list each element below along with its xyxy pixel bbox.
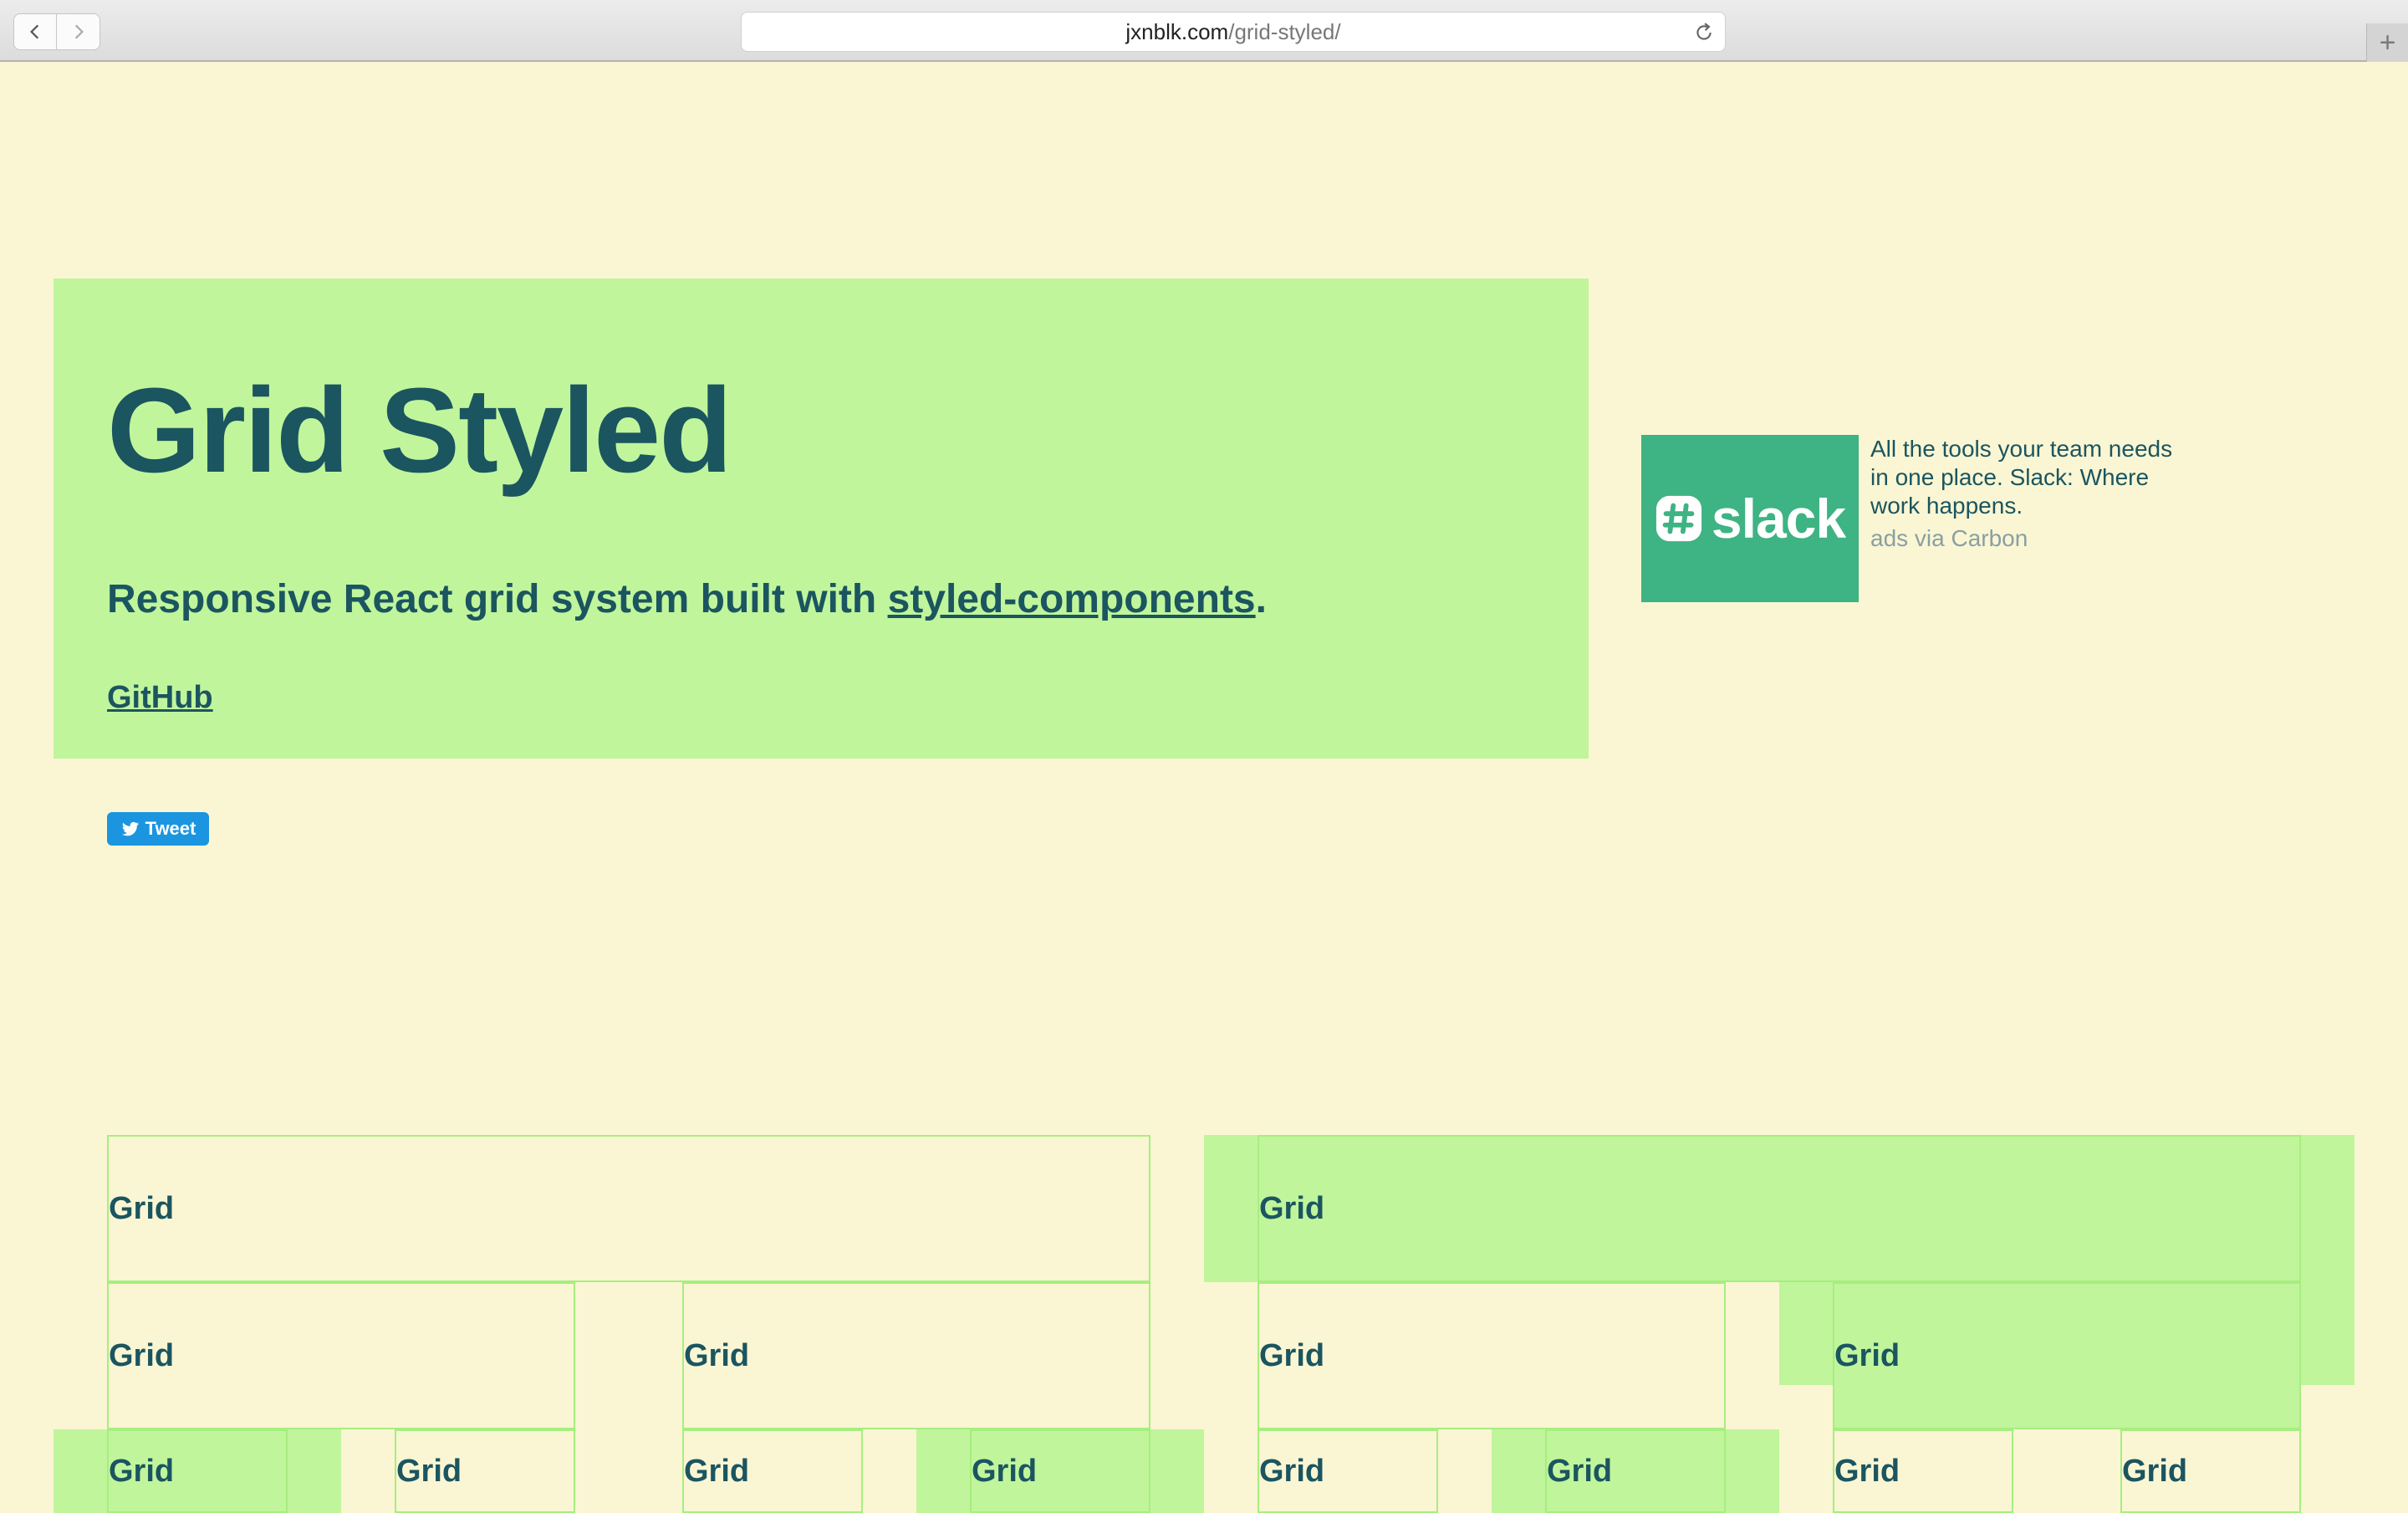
grid-cell: Grid xyxy=(107,1282,575,1429)
hero-banner: Grid Styled Responsive React grid system… xyxy=(54,279,1589,759)
grid-cell: Grid xyxy=(107,1429,288,1513)
grid-cell: Grid xyxy=(1545,1429,1726,1513)
page-subtitle: Responsive React grid system built with … xyxy=(107,576,1267,622)
chevron-left-icon xyxy=(30,24,39,39)
tweet-label: Tweet xyxy=(145,818,196,839)
grid-cell-label: Grid xyxy=(1259,1190,1325,1226)
grid-cell: Grid xyxy=(970,1429,1150,1513)
grid-cell: Grid xyxy=(1258,1282,1726,1429)
grid-cell: Grid xyxy=(1258,1429,1438,1513)
ad-via-carbon[interactable]: ads via Carbon xyxy=(1870,525,2028,552)
grid-cell: Grid xyxy=(1258,1135,2301,1282)
grid-cell-label: Grid xyxy=(109,1190,175,1226)
grid-cell-label: Grid xyxy=(1834,1337,1900,1373)
back-button[interactable] xyxy=(13,13,57,50)
browser-toolbar: jxnblk.com/grid-styled/ + xyxy=(0,0,2408,62)
grid-cell-label: Grid xyxy=(972,1453,1038,1489)
grid-cell: Grid xyxy=(1833,1282,2301,1429)
grid-cell-label: Grid xyxy=(109,1337,175,1373)
grid-cell-label: Grid xyxy=(1259,1337,1325,1373)
grid-cell: Grid xyxy=(682,1429,863,1513)
grid-cell-label: Grid xyxy=(684,1337,750,1373)
grid-cell: Grid xyxy=(682,1282,1150,1429)
subtitle-period: . xyxy=(1255,577,1267,621)
new-tab-button[interactable]: + xyxy=(2366,23,2408,62)
forward-button[interactable] xyxy=(57,13,100,50)
grid-cell-label: Grid xyxy=(684,1453,750,1489)
grid-cell: Grid xyxy=(1833,1429,2013,1513)
ad-text[interactable]: All the tools your team needs in one pla… xyxy=(1870,435,2180,520)
tweet-button[interactable]: Tweet xyxy=(107,812,209,846)
grid-cell-label: Grid xyxy=(396,1453,462,1489)
page-title: Grid Styled xyxy=(107,363,732,498)
grid-cell-label: Grid xyxy=(1834,1453,1900,1489)
grid-cell-label: Grid xyxy=(109,1453,175,1489)
subtitle-text: Responsive React grid system built with xyxy=(107,577,888,621)
reload-icon[interactable] xyxy=(1693,22,1715,43)
grid-cell-label: Grid xyxy=(1259,1453,1325,1489)
grid-cell: Grid xyxy=(107,1135,1150,1282)
grid-cell: Grid xyxy=(2120,1429,2301,1513)
chevron-right-icon xyxy=(74,24,84,39)
grid-cell-label: Grid xyxy=(1547,1453,1613,1489)
url-host: jxnblk.com xyxy=(1125,18,1229,44)
grid-cell-label: Grid xyxy=(2122,1453,2188,1489)
slack-hash-icon xyxy=(1656,495,1701,542)
url-path: /grid-styled/ xyxy=(1228,18,1341,44)
grid-cell: Grid xyxy=(395,1429,575,1513)
plus-icon: + xyxy=(2379,27,2396,59)
ad-logo-text: slack xyxy=(1711,488,1846,549)
ad-image[interactable]: slack xyxy=(1641,435,1859,602)
twitter-bird-icon xyxy=(121,821,139,836)
styled-components-link[interactable]: styled-components xyxy=(888,577,1256,621)
github-link[interactable]: GitHub xyxy=(107,680,213,716)
address-bar[interactable]: jxnblk.com/grid-styled/ xyxy=(741,12,1726,52)
